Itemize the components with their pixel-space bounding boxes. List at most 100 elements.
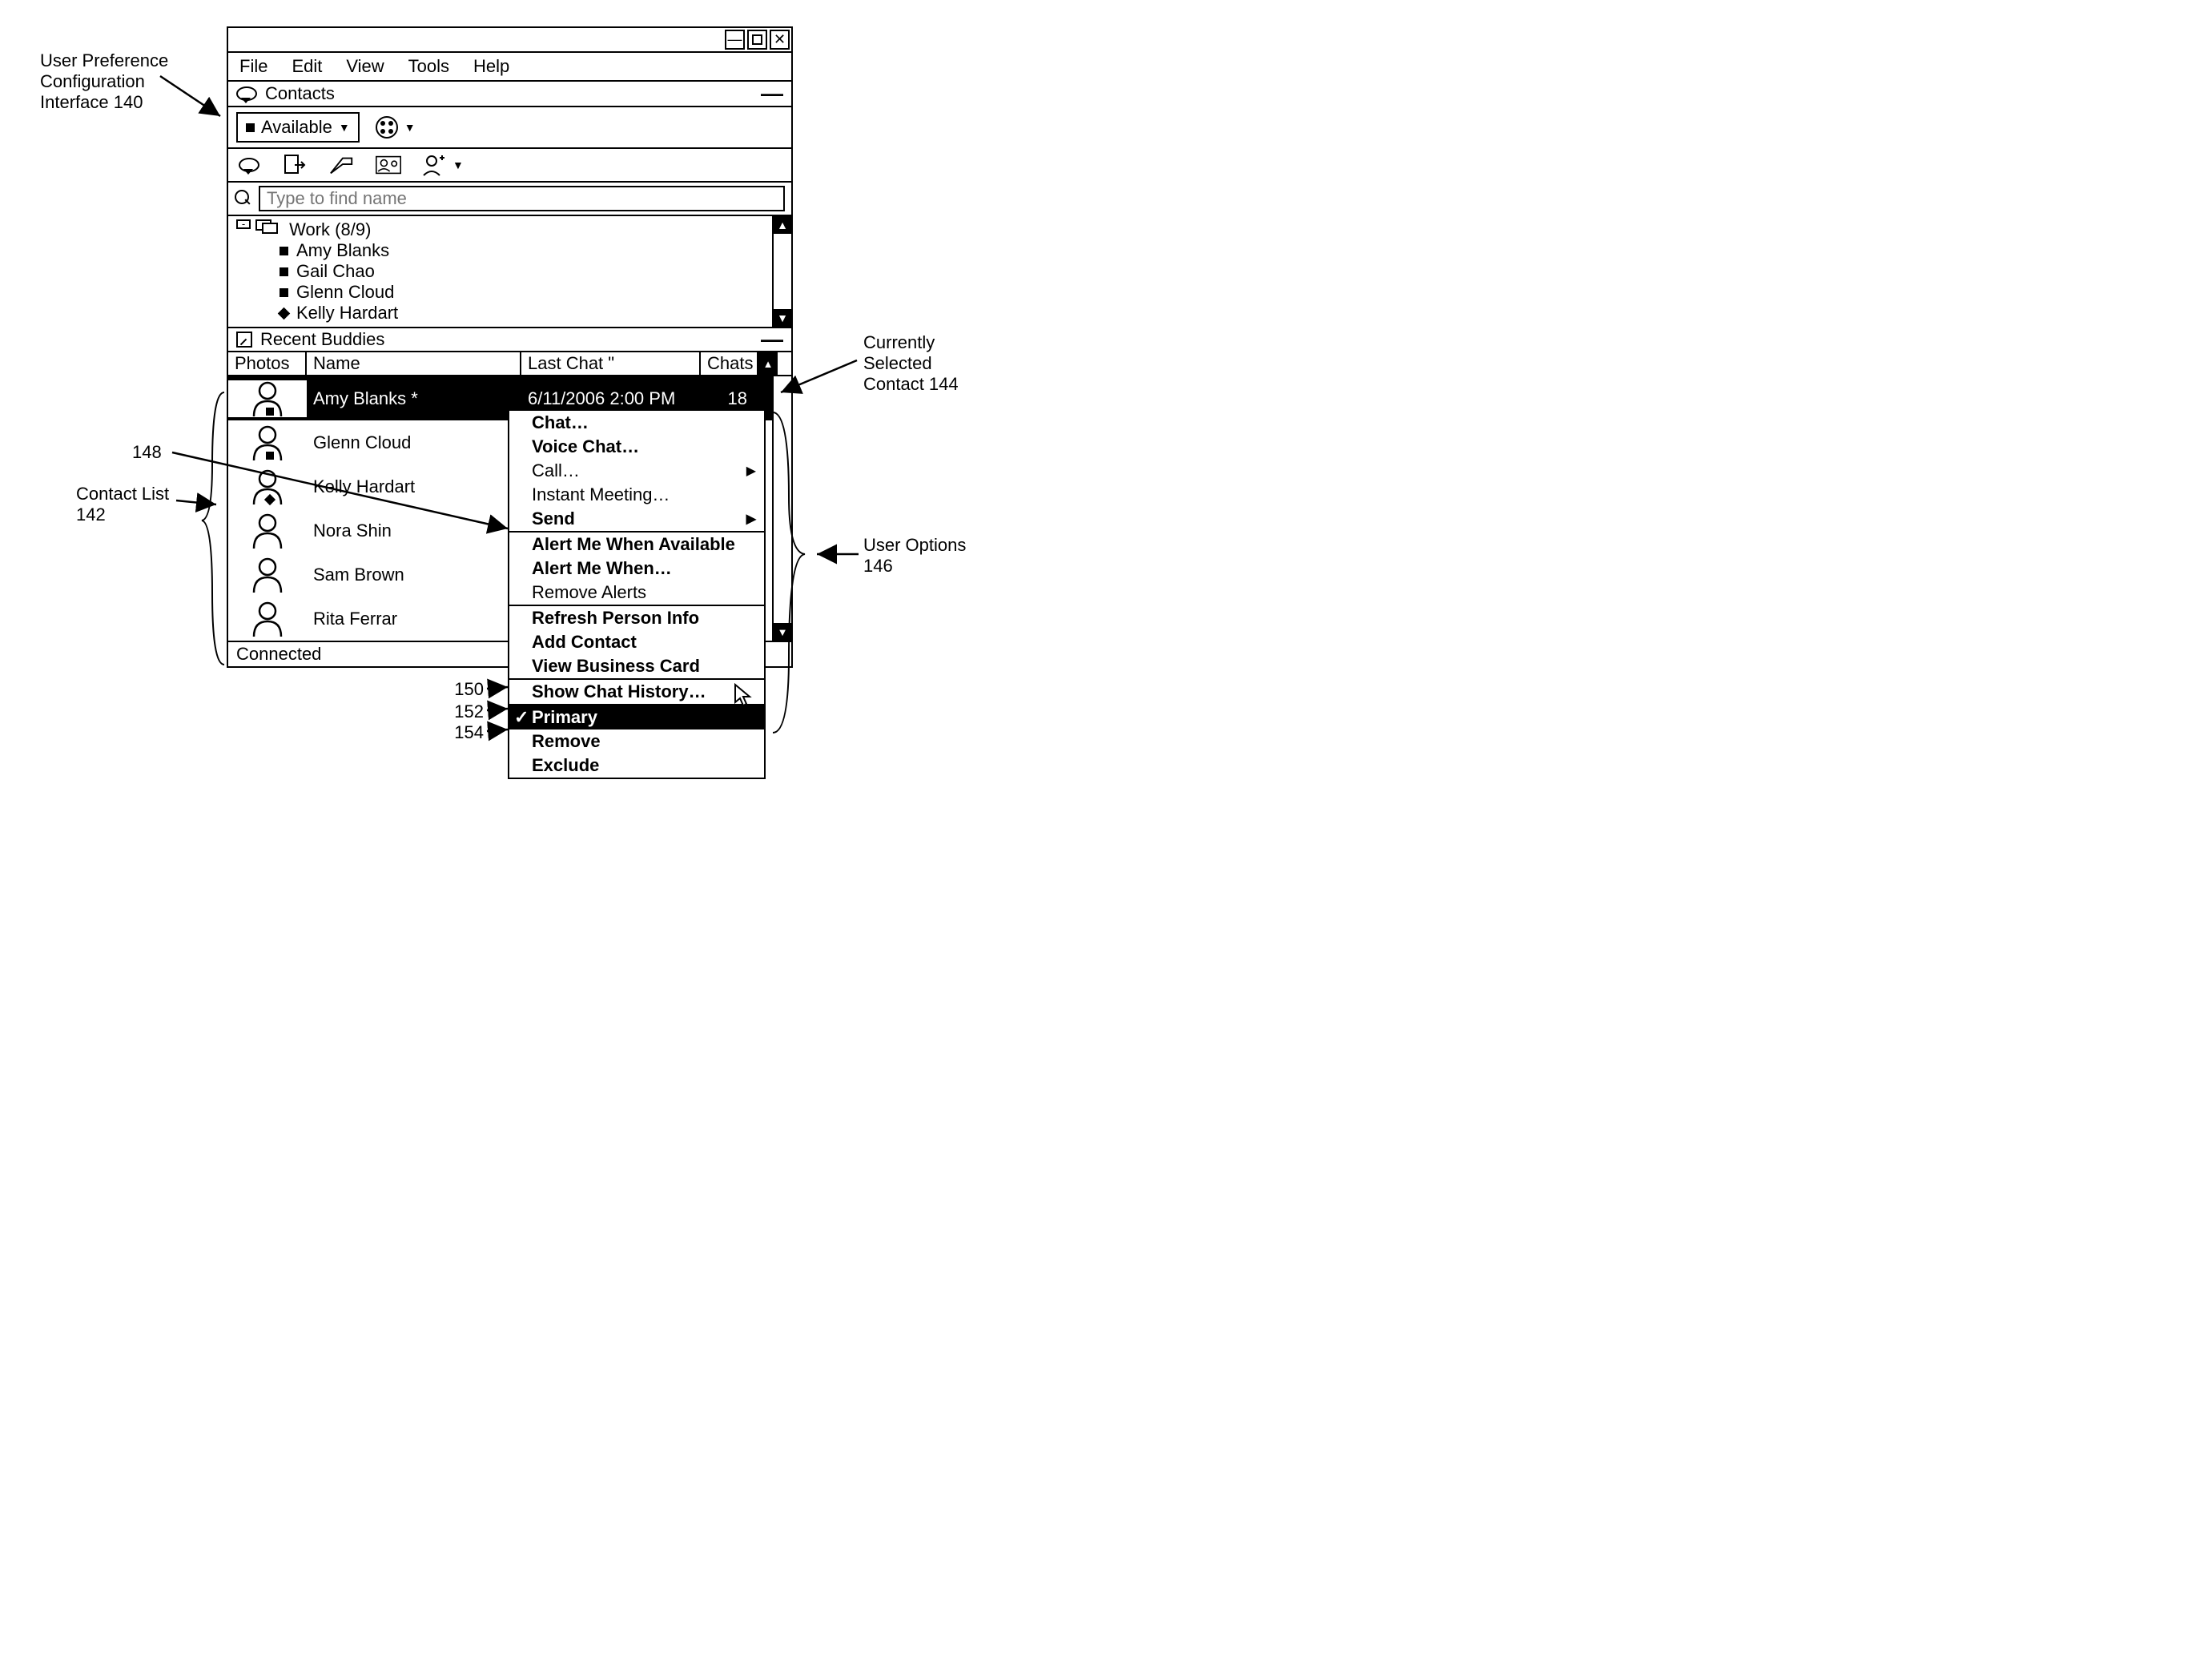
submenu-arrow-icon: ▶ xyxy=(746,511,756,527)
menu-item[interactable]: Refresh Person Info xyxy=(509,606,764,630)
name-cell: Glenn Cloud xyxy=(307,432,521,453)
menu-item-label: Refresh Person Info xyxy=(532,608,699,628)
menu-edit[interactable]: Edit xyxy=(292,56,322,77)
name-cell: Rita Ferrar xyxy=(307,609,521,629)
menu-item-label: Chat… xyxy=(532,412,589,432)
presence-indicator-icon xyxy=(266,452,274,460)
chat-icon xyxy=(236,86,257,101)
collapse-icon: - xyxy=(236,219,251,229)
col-name[interactable]: Name xyxy=(307,352,521,375)
tree-controls[interactable]: - xyxy=(236,219,278,232)
scroll-up-icon[interactable]: ▲ xyxy=(774,216,791,234)
menu-item[interactable]: Instant Meeting… xyxy=(509,483,764,507)
menu-item[interactable]: Alert Me When Available xyxy=(509,533,764,557)
menu-item[interactable]: Alert Me When… xyxy=(509,557,764,581)
menu-item[interactable]: View Business Card xyxy=(509,654,764,678)
chevron-down-icon: ▼ xyxy=(339,121,350,134)
send-file-icon[interactable] xyxy=(283,154,308,176)
menu-item-label: Call… xyxy=(532,460,580,480)
menu-help[interactable]: Help xyxy=(473,56,509,77)
work-group-item[interactable]: Glenn Cloud xyxy=(280,282,764,303)
col-last-chat[interactable]: Last Chat " xyxy=(521,352,701,375)
menu-bar: File Edit View Tools Help xyxy=(228,53,791,82)
chats-cell: 18 xyxy=(701,388,758,409)
maximize-icon xyxy=(752,34,762,45)
menu-item[interactable]: Primary xyxy=(509,705,764,729)
contacts-label: Contacts xyxy=(265,83,335,104)
scroll-down-icon[interactable]: ▼ xyxy=(774,623,791,641)
scroll-up-icon[interactable]: ▲ xyxy=(758,352,778,375)
avatar-icon xyxy=(251,601,284,637)
menu-item-label: Add Contact xyxy=(532,632,637,652)
search-row xyxy=(228,183,791,216)
menu-item-label: Voice Chat… xyxy=(532,436,639,456)
minimize-button[interactable]: — xyxy=(725,30,745,50)
search-icon xyxy=(235,190,252,207)
callout-150: 150 xyxy=(436,679,484,700)
menu-item[interactable]: Voice Chat… xyxy=(509,435,764,459)
search-input[interactable] xyxy=(259,186,785,211)
cursor-icon xyxy=(734,683,754,707)
menu-item-label: Instant Meeting… xyxy=(532,484,670,504)
collapse-contacts-button[interactable]: — xyxy=(761,88,783,99)
contact-name: Glenn Cloud xyxy=(296,282,394,303)
menu-item[interactable]: Remove Alerts xyxy=(509,581,764,605)
scroll-down-icon[interactable]: ▼ xyxy=(774,309,791,327)
callout-152: 152 xyxy=(436,701,484,722)
submenu-arrow-icon: ▶ xyxy=(746,463,756,479)
col-chats[interactable]: Chats xyxy=(701,352,758,375)
work-group-item[interactable]: Gail Chao xyxy=(280,261,764,282)
presence-indicator-icon xyxy=(280,247,288,255)
reel-icon xyxy=(376,116,398,139)
menu-item[interactable]: Exclude xyxy=(509,754,764,778)
recent-buddies-label: Recent Buddies xyxy=(260,329,384,350)
close-button[interactable]: ✕ xyxy=(770,30,790,50)
collapse-recent-button[interactable]: — xyxy=(761,334,783,345)
menu-item-label: Alert Me When Available xyxy=(532,534,735,554)
callout-154: 154 xyxy=(436,722,484,743)
menu-item-label: Primary xyxy=(532,707,597,727)
menu-item-label: View Business Card xyxy=(532,656,700,676)
recent-buddies-header: Recent Buddies — xyxy=(228,328,791,352)
name-cell: Amy Blanks * xyxy=(307,388,521,409)
col-photos[interactable]: Photos xyxy=(228,352,307,375)
avatar-icon xyxy=(251,512,284,549)
contact-name: Gail Chao xyxy=(296,261,375,282)
name-cell: Kelly Hardart xyxy=(307,476,521,497)
toolbar: ▼ xyxy=(228,149,791,183)
minimize-icon: — xyxy=(728,31,742,48)
menu-item-label: Exclude xyxy=(532,755,599,775)
menu-file[interactable]: File xyxy=(239,56,267,77)
menu-tools[interactable]: Tools xyxy=(408,56,449,77)
menu-item[interactable]: Remove xyxy=(509,729,764,754)
photo-cell xyxy=(228,601,307,637)
contact-name: Kelly Hardart xyxy=(296,303,398,324)
group-icon[interactable] xyxy=(376,154,401,176)
maximize-button[interactable] xyxy=(747,30,767,50)
menu-item[interactable]: Call… ▶ xyxy=(509,459,764,483)
announce-icon[interactable] xyxy=(329,154,355,176)
work-scrollbar[interactable]: ▲ ▼ xyxy=(772,216,791,327)
add-contact-dropdown[interactable]: ▼ xyxy=(422,154,464,176)
presence-label: Available xyxy=(261,117,332,138)
presence-dropdown[interactable]: Available ▼ xyxy=(236,112,360,143)
buddies-scrollbar[interactable]: ▼ xyxy=(772,376,791,641)
work-group-title[interactable]: Work (8/9) xyxy=(289,219,371,239)
avatar-icon xyxy=(251,468,284,505)
avatar-icon xyxy=(251,557,284,593)
edit-icon[interactable] xyxy=(236,332,252,348)
folders-icon xyxy=(255,219,278,232)
presence-indicator-icon xyxy=(280,288,288,297)
menu-view[interactable]: View xyxy=(346,56,384,77)
photo-cell xyxy=(228,512,307,549)
menu-item-label: Remove Alerts xyxy=(532,582,646,602)
location-dropdown[interactable]: ▼ xyxy=(376,116,416,139)
work-group-item[interactable]: Amy Blanks xyxy=(280,240,764,261)
menu-item[interactable]: Send▶ xyxy=(509,507,764,531)
menu-item[interactable]: Show Chat History… xyxy=(509,680,764,704)
menu-item[interactable]: Chat… xyxy=(509,411,764,435)
menu-item[interactable]: Add Contact xyxy=(509,630,764,654)
context-menu: Chat… Voice Chat… Call… ▶ Instant Meeting… Se… xyxy=(508,409,766,779)
chat-icon[interactable] xyxy=(236,154,262,176)
work-group-item[interactable]: Kelly Hardart xyxy=(280,303,764,324)
